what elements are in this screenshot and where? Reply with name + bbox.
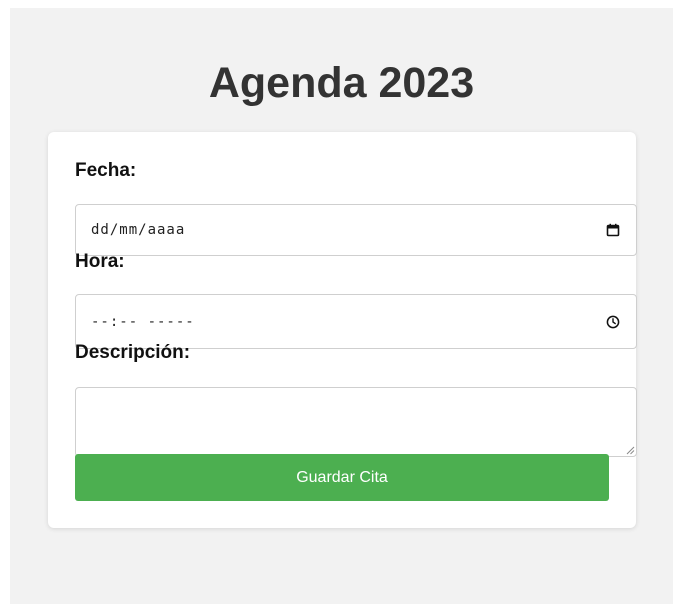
page-viewport: Agenda 2023 Fecha: dd/mm/aaaa Hora: --:-… <box>10 8 673 604</box>
fecha-input[interactable]: dd/mm/aaaa <box>75 204 637 256</box>
calendar-icon[interactable] <box>606 223 620 237</box>
descripcion-textarea[interactable] <box>75 387 637 457</box>
fecha-placeholder: dd/mm/aaaa <box>91 222 186 238</box>
page-title: Agenda 2023 <box>208 59 475 107</box>
appointment-form: Fecha: dd/mm/aaaa Hora: --:-- ----- Desc… <box>48 132 637 528</box>
descripcion-label: Descripción: <box>75 342 191 363</box>
hora-placeholder: --:-- ----- <box>91 314 195 330</box>
clock-icon[interactable] <box>606 315 620 329</box>
resize-grip-icon[interactable] <box>625 445 635 455</box>
fecha-label: Fecha: <box>75 160 137 181</box>
hora-input[interactable]: --:-- ----- <box>75 294 637 349</box>
save-appointment-button[interactable]: Guardar Cita <box>75 454 609 501</box>
hora-label: Hora: <box>75 251 125 272</box>
